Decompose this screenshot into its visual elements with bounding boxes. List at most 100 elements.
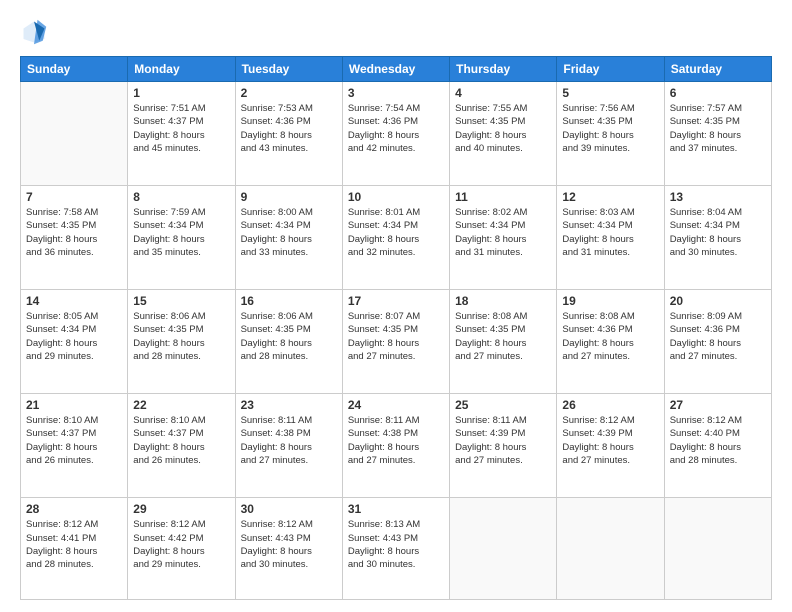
day-number: 20 <box>670 294 766 308</box>
day-number: 31 <box>348 502 444 516</box>
day-info: Sunrise: 7:53 AMSunset: 4:36 PMDaylight:… <box>241 102 337 155</box>
header <box>20 18 772 46</box>
day-number: 9 <box>241 190 337 204</box>
day-info: Sunrise: 8:12 AMSunset: 4:42 PMDaylight:… <box>133 518 229 571</box>
day-number: 4 <box>455 86 551 100</box>
day-info: Sunrise: 8:08 AMSunset: 4:36 PMDaylight:… <box>562 310 658 363</box>
day-cell: 5Sunrise: 7:56 AMSunset: 4:35 PMDaylight… <box>557 82 664 186</box>
day-info: Sunrise: 7:57 AMSunset: 4:35 PMDaylight:… <box>670 102 766 155</box>
day-number: 24 <box>348 398 444 412</box>
day-cell: 18Sunrise: 8:08 AMSunset: 4:35 PMDayligh… <box>450 290 557 394</box>
day-cell: 15 Sunrise: 8:06 AMSunset: 4:35 PMDayligh… <box>128 290 235 394</box>
day-number: 7 <box>26 190 122 204</box>
logo-icon <box>20 18 48 46</box>
day-number: 25 <box>455 398 551 412</box>
day-number: 26 <box>562 398 658 412</box>
weekday-header-monday: Monday <box>128 57 235 82</box>
day-cell: 19 Sunrise: 8:08 AMSunset: 4:36 PMDayligh… <box>557 290 664 394</box>
day-info: Sunrise: 8:08 AMSunset: 4:35 PMDaylight:… <box>455 310 551 363</box>
day-number: 23 <box>241 398 337 412</box>
day-cell <box>664 498 771 600</box>
day-info: Sunrise: 8:07 AMSunset: 4:35 PMDaylight:… <box>348 310 444 363</box>
weekday-header-wednesday: Wednesday <box>342 57 449 82</box>
day-number: 27 <box>670 398 766 412</box>
day-cell: 3Sunrise: 7:54 AMSunset: 4:36 PMDaylight… <box>342 82 449 186</box>
week-row-5: 28 Sunrise: 8:12 AMSunset: 4:41 PMDayligh… <box>21 498 772 600</box>
day-number: 22 <box>133 398 229 412</box>
week-row-1: 1Sunrise: 7:51 AMSunset: 4:37 PMDaylight… <box>21 82 772 186</box>
day-cell: 10 Sunrise: 8:01 AMSunset: 4:34 PMDayligh… <box>342 186 449 290</box>
day-info: Sunrise: 7:55 AMSunset: 4:35 PMDaylight:… <box>455 102 551 155</box>
day-cell <box>21 82 128 186</box>
day-info: Sunrise: 8:12 AMSunset: 4:41 PMDaylight:… <box>26 518 122 571</box>
day-info: Sunrise: 8:05 AMSunset: 4:34 PMDaylight:… <box>26 310 122 363</box>
day-cell <box>557 498 664 600</box>
day-cell: 23 Sunrise: 8:11 AMSunset: 4:38 PMDayligh… <box>235 394 342 498</box>
day-info: Sunrise: 7:54 AMSunset: 4:36 PMDaylight:… <box>348 102 444 155</box>
day-number: 12 <box>562 190 658 204</box>
weekday-header-row: SundayMondayTuesdayWednesdayThursdayFrid… <box>21 57 772 82</box>
day-cell: 6 Sunrise: 7:57 AMSunset: 4:35 PMDaylight… <box>664 82 771 186</box>
day-info: Sunrise: 7:58 AMSunset: 4:35 PMDaylight:… <box>26 206 122 259</box>
day-number: 11 <box>455 190 551 204</box>
weekday-header-tuesday: Tuesday <box>235 57 342 82</box>
day-cell: 22 Sunrise: 8:10 AMSunset: 4:37 PMDayligh… <box>128 394 235 498</box>
logo <box>20 18 52 46</box>
day-cell: 27 Sunrise: 8:12 AMSunset: 4:40 PMDayligh… <box>664 394 771 498</box>
day-info: Sunrise: 8:09 AMSunset: 4:36 PMDaylight:… <box>670 310 766 363</box>
day-cell: 7 Sunrise: 7:58 AMSunset: 4:35 PMDaylight… <box>21 186 128 290</box>
week-row-3: 14 Sunrise: 8:05 AMSunset: 4:34 PMDayligh… <box>21 290 772 394</box>
weekday-header-saturday: Saturday <box>664 57 771 82</box>
day-number: 15 <box>133 294 229 308</box>
day-cell: 30Sunrise: 8:12 AMSunset: 4:43 PMDayligh… <box>235 498 342 600</box>
day-cell: 17Sunrise: 8:07 AMSunset: 4:35 PMDayligh… <box>342 290 449 394</box>
day-cell: 28 Sunrise: 8:12 AMSunset: 4:41 PMDayligh… <box>21 498 128 600</box>
day-cell: 25 Sunrise: 8:11 AMSunset: 4:39 PMDayligh… <box>450 394 557 498</box>
day-cell: 11Sunrise: 8:02 AMSunset: 4:34 PMDayligh… <box>450 186 557 290</box>
day-number: 14 <box>26 294 122 308</box>
day-info: Sunrise: 8:12 AMSunset: 4:40 PMDaylight:… <box>670 414 766 467</box>
day-cell: 8 Sunrise: 7:59 AMSunset: 4:34 PMDaylight… <box>128 186 235 290</box>
day-info: Sunrise: 8:06 AMSunset: 4:35 PMDaylight:… <box>241 310 337 363</box>
day-number: 2 <box>241 86 337 100</box>
day-cell: 12Sunrise: 8:03 AMSunset: 4:34 PMDayligh… <box>557 186 664 290</box>
day-number: 16 <box>241 294 337 308</box>
day-cell: 2 Sunrise: 7:53 AMSunset: 4:36 PMDaylight… <box>235 82 342 186</box>
day-cell: 29 Sunrise: 8:12 AMSunset: 4:42 PMDayligh… <box>128 498 235 600</box>
day-number: 29 <box>133 502 229 516</box>
day-cell: 24 Sunrise: 8:11 AMSunset: 4:38 PMDayligh… <box>342 394 449 498</box>
weekday-header-sunday: Sunday <box>21 57 128 82</box>
day-info: Sunrise: 8:11 AMSunset: 4:38 PMDaylight:… <box>241 414 337 467</box>
weekday-header-friday: Friday <box>557 57 664 82</box>
day-cell <box>450 498 557 600</box>
day-info: Sunrise: 7:51 AMSunset: 4:37 PMDaylight:… <box>133 102 229 155</box>
day-cell: 9 Sunrise: 8:00 AMSunset: 4:34 PMDaylight… <box>235 186 342 290</box>
day-info: Sunrise: 8:10 AMSunset: 4:37 PMDaylight:… <box>133 414 229 467</box>
day-number: 19 <box>562 294 658 308</box>
day-cell: 21Sunrise: 8:10 AMSunset: 4:37 PMDayligh… <box>21 394 128 498</box>
day-info: Sunrise: 8:12 AMSunset: 4:39 PMDaylight:… <box>562 414 658 467</box>
day-number: 30 <box>241 502 337 516</box>
day-cell: 26 Sunrise: 8:12 AMSunset: 4:39 PMDayligh… <box>557 394 664 498</box>
day-info: Sunrise: 8:13 AMSunset: 4:43 PMDaylight:… <box>348 518 444 571</box>
day-info: Sunrise: 8:06 AMSunset: 4:35 PMDaylight:… <box>133 310 229 363</box>
day-info: Sunrise: 8:04 AMSunset: 4:34 PMDaylight:… <box>670 206 766 259</box>
day-cell: 13 Sunrise: 8:04 AMSunset: 4:34 PMDayligh… <box>664 186 771 290</box>
day-info: Sunrise: 8:11 AMSunset: 4:39 PMDaylight:… <box>455 414 551 467</box>
day-number: 21 <box>26 398 122 412</box>
week-row-4: 21 Sunrise: 8:10 AMSunset: 4:37 PMDayligh… <box>21 394 772 498</box>
day-number: 13 <box>670 190 766 204</box>
day-cell: 4 Sunrise: 7:55 AMSunset: 4:35 PMDaylight… <box>450 82 557 186</box>
weekday-header-thursday: Thursday <box>450 57 557 82</box>
day-number: 5 <box>562 86 658 100</box>
day-info: Sunrise: 7:59 AMSunset: 4:34 PMDaylight:… <box>133 206 229 259</box>
day-number: 8 <box>133 190 229 204</box>
day-info: Sunrise: 8:01 AMSunset: 4:34 PMDaylight:… <box>348 206 444 259</box>
day-cell: 20 Sunrise: 8:09 AMSunset: 4:36 PMDayligh… <box>664 290 771 394</box>
day-number: 10 <box>348 190 444 204</box>
day-cell: 14 Sunrise: 8:05 AMSunset: 4:34 PMDayligh… <box>21 290 128 394</box>
day-number: 28 <box>26 502 122 516</box>
day-info: Sunrise: 8:11 AMSunset: 4:38 PMDaylight:… <box>348 414 444 467</box>
day-number: 6 <box>670 86 766 100</box>
day-info: Sunrise: 8:00 AMSunset: 4:34 PMDaylight:… <box>241 206 337 259</box>
